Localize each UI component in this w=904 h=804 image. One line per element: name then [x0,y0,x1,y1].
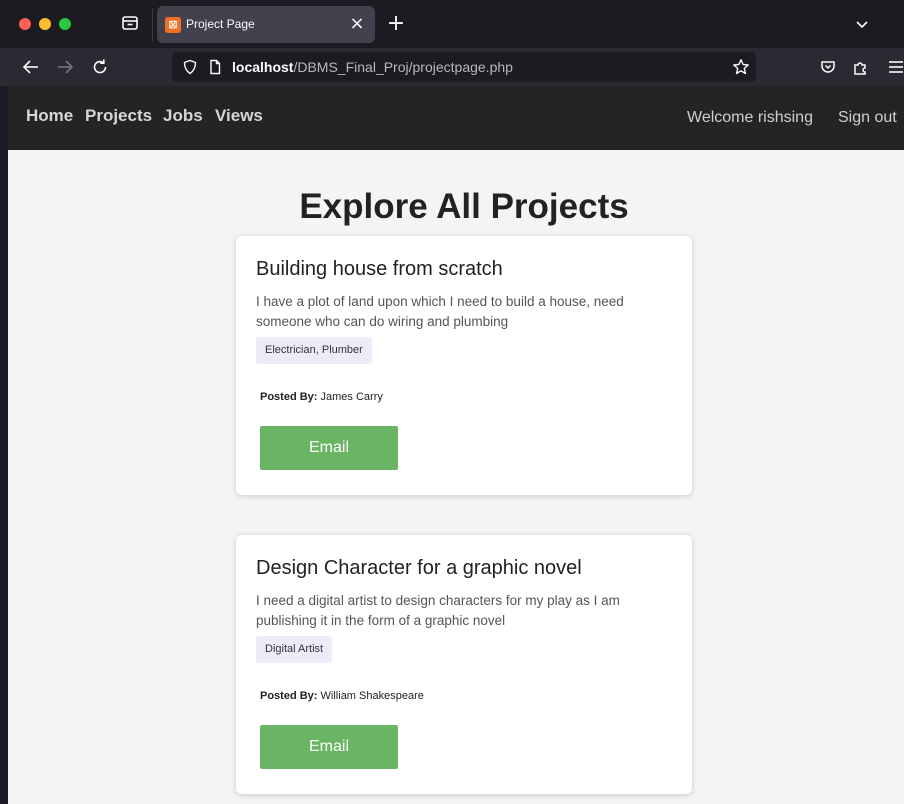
forward-arrow-icon[interactable] [55,57,75,77]
extensions-icon[interactable] [850,57,870,77]
favicon-icon: ⊠ [165,17,181,33]
nav-jobs-link[interactable]: Jobs [163,106,203,126]
browser-tab-strip: ⊠ Project Page × + [0,0,904,48]
page-icon[interactable] [207,59,223,75]
plus-icon[interactable]: + [384,12,408,36]
posted-by-label: Posted By: [260,391,318,403]
sign-out-link[interactable]: Sign out [838,109,897,127]
posted-by-name: William Shakespeare [320,690,424,702]
pocket-icon[interactable] [818,57,838,77]
project-description: I have a plot of land upon which I need … [256,294,624,329]
posted-by-label: Posted By: [260,690,318,702]
star-icon[interactable] [732,58,750,76]
project-card: Design Character for a graphic novel I n… [236,535,692,794]
shield-icon[interactable] [182,59,198,75]
welcome-text: Welcome rishsing [687,109,813,126]
nav-projects-link[interactable]: Projects [85,106,152,126]
skill-tag: Electrician, Plumber [256,337,372,364]
nav-home-link[interactable]: Home [26,106,73,126]
project-card: Building house from scratch I have a plo… [236,236,692,495]
site-header: Home Projects Jobs Views Welcome rishsin… [8,86,904,150]
browser-toolbar: localhost/DBMS_Final_Proj/projectpage.ph… [0,48,904,86]
reload-icon[interactable] [90,57,110,77]
project-description: I need a digital artist to design charac… [256,593,620,628]
tab-title: Project Page [186,17,255,31]
posted-by-name: James Carry [320,391,383,403]
project-title: Building house from scratch [256,258,503,280]
url-bar[interactable]: localhost/DBMS_Final_Proj/projectpage.ph… [172,52,756,82]
window-minimize-button[interactable] [39,18,51,30]
browser-tab-project-page[interactable]: ⊠ Project Page × [157,6,375,43]
tab-list-icon[interactable] [121,14,139,32]
window-edge [0,86,8,804]
back-arrow-icon[interactable] [21,57,41,77]
project-title: Design Character for a graphic novel [256,557,582,579]
window-maximize-button[interactable] [59,18,71,30]
menu-icon[interactable] [886,57,904,77]
posted-by: Posted By: James Carry [260,391,383,403]
chevron-down-icon[interactable] [852,14,872,34]
nav-views-link[interactable]: Views [215,106,263,126]
url-text[interactable]: localhost/DBMS_Final_Proj/projectpage.ph… [232,59,513,75]
page-title: Explore All Projects [299,187,629,226]
skill-tag: Digital Artist [256,636,333,663]
tab-separator [152,8,153,42]
email-button[interactable]: Email [260,725,398,769]
window-close-button[interactable] [19,18,31,30]
page-content: Explore All Projects Building house from… [8,150,904,804]
posted-by: Posted By: William Shakespeare [260,690,424,702]
email-button[interactable]: Email [260,426,398,470]
close-icon[interactable]: × [347,14,367,34]
